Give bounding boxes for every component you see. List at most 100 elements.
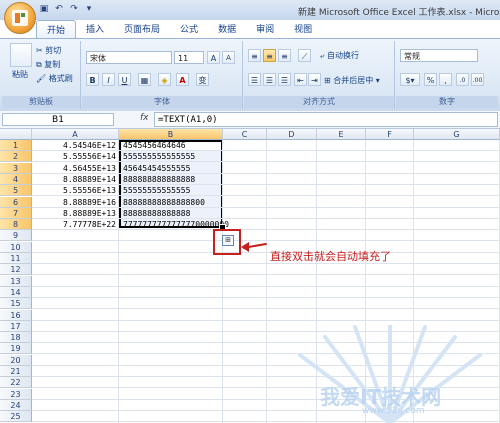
row-header-9[interactable]: 9: [0, 230, 32, 242]
merge-center-button[interactable]: ⊞ 合并后居中 ▾: [324, 75, 380, 86]
decrease-indent-icon[interactable]: ⇤: [294, 73, 307, 86]
percent-button[interactable]: %: [424, 73, 437, 86]
cell-b4[interactable]: 888888888888888: [121, 174, 195, 185]
row-header-19[interactable]: 19: [0, 343, 32, 355]
cell-a2[interactable]: 5.55556E+14: [33, 151, 118, 162]
italic-button[interactable]: I: [102, 73, 115, 86]
row-header-5[interactable]: 5: [0, 185, 32, 197]
paste-icon[interactable]: [10, 43, 32, 67]
formula-input[interactable]: =TEXT(A1,0): [154, 112, 498, 127]
cell-a3[interactable]: 4.56455E+13: [33, 163, 118, 174]
cut-button[interactable]: ✂ 剪切: [36, 45, 61, 56]
tab-review[interactable]: 审阅: [246, 20, 284, 38]
row-header-17[interactable]: 17: [0, 320, 32, 332]
row-header-4[interactable]: 4: [0, 173, 32, 185]
row-header-13[interactable]: 13: [0, 275, 32, 287]
row-header-24[interactable]: 24: [0, 399, 32, 411]
column-header-a[interactable]: A: [32, 129, 119, 140]
redo-icon[interactable]: ↷: [68, 4, 80, 14]
row-header-3[interactable]: 3: [0, 162, 32, 174]
row-header-25[interactable]: 25: [0, 411, 32, 423]
row-header-1[interactable]: 1: [0, 140, 32, 151]
tab-home[interactable]: 开始: [36, 20, 77, 39]
row-header-21[interactable]: 21: [0, 366, 32, 377]
currency-icon[interactable]: $▾: [400, 73, 420, 86]
bold-button[interactable]: B: [86, 73, 99, 86]
wrap-text-label: 自动换行: [327, 51, 360, 60]
row-header-23[interactable]: 23: [0, 388, 32, 400]
align-left-icon[interactable]: ☰: [248, 73, 261, 86]
row-header-16[interactable]: 16: [0, 309, 32, 321]
row-header-8[interactable]: 8: [0, 219, 32, 231]
tab-page-layout[interactable]: 页面布局: [114, 20, 170, 38]
cell-a4[interactable]: 8.88889E+14: [33, 174, 118, 185]
align-bottom-icon[interactable]: ≡: [278, 49, 291, 62]
save-icon[interactable]: ▣: [38, 4, 50, 14]
font-name-select[interactable]: 宋体: [86, 51, 172, 64]
cell-a1[interactable]: 4.54546E+12: [33, 140, 118, 151]
format-painter-label: 格式刷: [48, 74, 73, 83]
shrink-font-button[interactable]: A: [222, 51, 235, 64]
column-header-d[interactable]: D: [267, 129, 317, 140]
tab-formulas[interactable]: 公式: [170, 20, 208, 38]
row-header-7[interactable]: 7: [0, 207, 32, 219]
fill-color-icon[interactable]: ◈: [158, 73, 171, 86]
wrap-text-button[interactable]: ⤶ 自动换行: [320, 50, 359, 61]
column-header-b[interactable]: B: [119, 129, 223, 140]
format-painter-button[interactable]: 🖌 格式刷: [36, 73, 73, 84]
number-format-select[interactable]: 常规: [400, 49, 478, 62]
increase-decimal-icon[interactable]: .0: [456, 73, 469, 86]
row-header-6[interactable]: 6: [0, 196, 32, 208]
align-middle-icon[interactable]: ≡: [263, 49, 276, 62]
merge-center-label: 合并后居中: [333, 76, 374, 85]
orientation-icon[interactable]: ⟋: [298, 49, 311, 62]
row-header-12[interactable]: 12: [0, 264, 32, 276]
row-header-10[interactable]: 10: [0, 241, 32, 253]
align-right-icon[interactable]: ☰: [278, 73, 291, 86]
column-header-g[interactable]: G: [414, 129, 500, 140]
row-header-11[interactable]: 11: [0, 253, 32, 264]
align-top-icon[interactable]: ≡: [248, 49, 261, 62]
cell-b2[interactable]: 555555555555555: [121, 151, 195, 162]
cell-b3[interactable]: 45645454555555: [121, 163, 190, 174]
increase-indent-icon[interactable]: ⇥: [308, 73, 321, 86]
decrease-decimal-icon[interactable]: .00: [471, 73, 484, 86]
underline-button[interactable]: U: [118, 73, 131, 86]
select-all-corner[interactable]: [0, 129, 32, 140]
align-center-icon[interactable]: ☰: [263, 73, 276, 86]
font-size-select[interactable]: 11: [174, 51, 204, 64]
font-color-icon[interactable]: A: [176, 73, 189, 86]
cell-a8[interactable]: 7.77778E+22: [33, 219, 118, 230]
cell-b1[interactable]: 4545456464646: [121, 140, 186, 151]
cell-b7[interactable]: 88888888888888: [121, 208, 190, 219]
row-header-20[interactable]: 20: [0, 354, 32, 366]
cell-b6[interactable]: 88888888888888800: [121, 197, 205, 208]
tab-view[interactable]: 视图: [284, 20, 322, 38]
cell-a6[interactable]: 8.88889E+16: [33, 197, 118, 208]
comma-button[interactable]: ,: [439, 73, 452, 86]
row-header-14[interactable]: 14: [0, 286, 32, 298]
office-button[interactable]: [4, 2, 36, 34]
clipboard-group: 粘贴 ✂ 剪切 ⧉ 复制 🖌 格式刷 剪贴板: [2, 41, 81, 109]
cell-a7[interactable]: 8.88889E+13: [33, 208, 118, 219]
cell-a5[interactable]: 5.55556E+13: [33, 185, 118, 196]
row-header-18[interactable]: 18: [0, 332, 32, 344]
insert-function-icon[interactable]: fx: [140, 113, 149, 123]
row-header-2[interactable]: 2: [0, 151, 32, 163]
copy-button[interactable]: ⧉ 复制: [36, 59, 60, 70]
border-icon[interactable]: ▦: [138, 73, 151, 86]
tab-data[interactable]: 数据: [208, 20, 246, 38]
row-header-15[interactable]: 15: [0, 298, 32, 310]
customize-qat-icon[interactable]: ▾: [83, 4, 95, 14]
paste-button[interactable]: 粘贴: [12, 69, 28, 80]
tab-insert[interactable]: 插入: [76, 20, 114, 38]
name-box[interactable]: B1: [2, 113, 114, 126]
column-header-e[interactable]: E: [317, 129, 366, 140]
row-header-22[interactable]: 22: [0, 377, 32, 389]
column-header-c[interactable]: C: [223, 129, 267, 140]
column-header-f[interactable]: F: [366, 129, 414, 140]
cell-b5[interactable]: 55555555555555: [121, 185, 190, 196]
undo-icon[interactable]: ↶: [53, 4, 65, 14]
phonetic-icon[interactable]: 变: [196, 73, 209, 86]
grow-font-button[interactable]: A: [207, 51, 220, 64]
